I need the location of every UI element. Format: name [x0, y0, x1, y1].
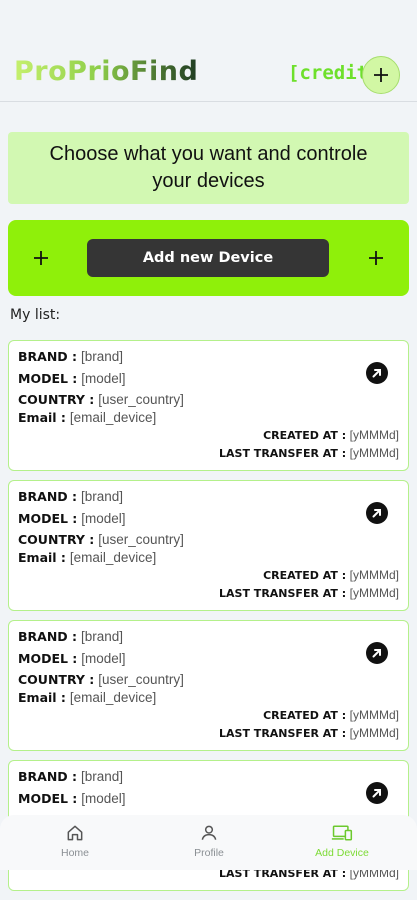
country-value: [user_country]	[98, 672, 184, 687]
transfer-key: LAST TRANSFER AT :	[219, 587, 347, 600]
model-key: MODEL :	[18, 371, 78, 386]
country-line: COUNTRY : [user_country]	[18, 672, 184, 687]
model-line: MODEL : [model]	[18, 651, 126, 666]
email-line: Email : [email_device]	[18, 550, 156, 565]
plus-icon	[374, 68, 388, 82]
nav-home-label: Home	[60, 847, 89, 859]
plus-icon[interactable]	[29, 246, 53, 270]
model-key: MODEL :	[18, 791, 78, 806]
bottom-navigation: Home Profile Add Device	[0, 815, 417, 870]
intro-banner: Choose what you want and controle your d…	[8, 132, 409, 204]
app-header: ProPrioFind [credit]	[0, 0, 417, 102]
country-key: COUNTRY :	[18, 392, 95, 407]
email-key: Email :	[18, 550, 66, 565]
add-new-device-button[interactable]: Add new Device	[87, 239, 329, 277]
open-arrow-icon[interactable]	[365, 501, 389, 525]
transfer-line: LAST TRANSFER AT : [yMMMd]	[219, 586, 399, 600]
transfer-line: LAST TRANSFER AT : [yMMMd]	[219, 446, 399, 460]
transfer-value: [yMMMd]	[349, 446, 399, 460]
devices-icon	[331, 825, 353, 841]
home-icon	[67, 825, 83, 841]
nav-profile[interactable]: Profile	[164, 821, 254, 859]
device-card[interactable]: BRAND : [brand] MODEL : [model] COUNTRY …	[8, 340, 409, 471]
model-line: MODEL : [model]	[18, 791, 126, 806]
open-arrow-icon[interactable]	[365, 781, 389, 805]
email-key: Email :	[18, 690, 66, 705]
email-value: [email_device]	[69, 410, 157, 425]
brand-line: BRAND : [brand]	[18, 629, 123, 644]
email-value: [email_device]	[69, 550, 157, 565]
app-logo: ProPrioFind	[14, 56, 199, 87]
brand-value: [brand]	[81, 349, 124, 364]
person-icon	[201, 825, 217, 840]
country-line: COUNTRY : [user_country]	[18, 532, 184, 547]
email-line: Email : [email_device]	[18, 410, 156, 425]
nav-add-device-label: Add Device	[315, 847, 369, 859]
country-value: [user_country]	[98, 532, 184, 547]
brand-value: [brand]	[81, 629, 124, 644]
brand-key: BRAND :	[18, 489, 78, 504]
device-card[interactable]: BRAND : [brand] MODEL : [model] COUNTRY …	[8, 480, 409, 611]
email-key: Email :	[18, 410, 66, 425]
brand-key: BRAND :	[18, 769, 78, 784]
plus-icon[interactable]	[364, 246, 388, 270]
transfer-key: LAST TRANSFER AT :	[219, 727, 347, 740]
email-value: [email_device]	[69, 690, 157, 705]
transfer-line: LAST TRANSFER AT : [yMMMd]	[219, 726, 399, 740]
nav-add-device[interactable]: Add Device	[297, 821, 387, 859]
email-line: Email : [email_device]	[18, 690, 156, 705]
model-key: MODEL :	[18, 511, 78, 526]
created-key: CREATED AT :	[263, 429, 347, 442]
add-credit-button[interactable]	[362, 56, 400, 94]
country-key: COUNTRY :	[18, 672, 95, 687]
model-line: MODEL : [model]	[18, 371, 126, 386]
brand-line: BRAND : [brand]	[18, 349, 123, 364]
created-line: CREATED AT : [yMMMd]	[263, 568, 399, 582]
country-line: COUNTRY : [user_country]	[18, 392, 184, 407]
brand-key: BRAND :	[18, 349, 78, 364]
model-value: [model]	[81, 651, 126, 666]
model-value: [model]	[81, 371, 126, 386]
my-list-label: My list:	[10, 307, 61, 323]
brand-key: BRAND :	[18, 629, 78, 644]
banner-text: Choose what you want and controle your d…	[49, 143, 368, 192]
transfer-value: [yMMMd]	[349, 586, 399, 600]
created-key: CREATED AT :	[263, 709, 347, 722]
brand-value: [brand]	[81, 489, 124, 504]
created-value: [yMMMd]	[349, 568, 399, 582]
add-device-panel: Add new Device	[8, 220, 409, 296]
nav-profile-label: Profile	[194, 847, 224, 859]
created-value: [yMMMd]	[349, 428, 399, 442]
model-value: [model]	[81, 791, 126, 806]
model-key: MODEL :	[18, 651, 78, 666]
country-key: COUNTRY :	[18, 532, 95, 547]
created-line: CREATED AT : [yMMMd]	[263, 708, 399, 722]
model-line: MODEL : [model]	[18, 511, 126, 526]
nav-home[interactable]: Home	[30, 821, 120, 859]
open-arrow-icon[interactable]	[365, 361, 389, 385]
country-value: [user_country]	[98, 392, 184, 407]
model-value: [model]	[81, 511, 126, 526]
transfer-value: [yMMMd]	[349, 726, 399, 740]
device-card[interactable]: BRAND : [brand] MODEL : [model] COUNTRY …	[8, 620, 409, 751]
transfer-key: LAST TRANSFER AT :	[219, 447, 347, 460]
brand-value: [brand]	[81, 769, 124, 784]
open-arrow-icon[interactable]	[365, 641, 389, 665]
created-line: CREATED AT : [yMMMd]	[263, 428, 399, 442]
created-value: [yMMMd]	[349, 708, 399, 722]
brand-line: BRAND : [brand]	[18, 489, 123, 504]
brand-line: BRAND : [brand]	[18, 769, 123, 784]
created-key: CREATED AT :	[263, 569, 347, 582]
